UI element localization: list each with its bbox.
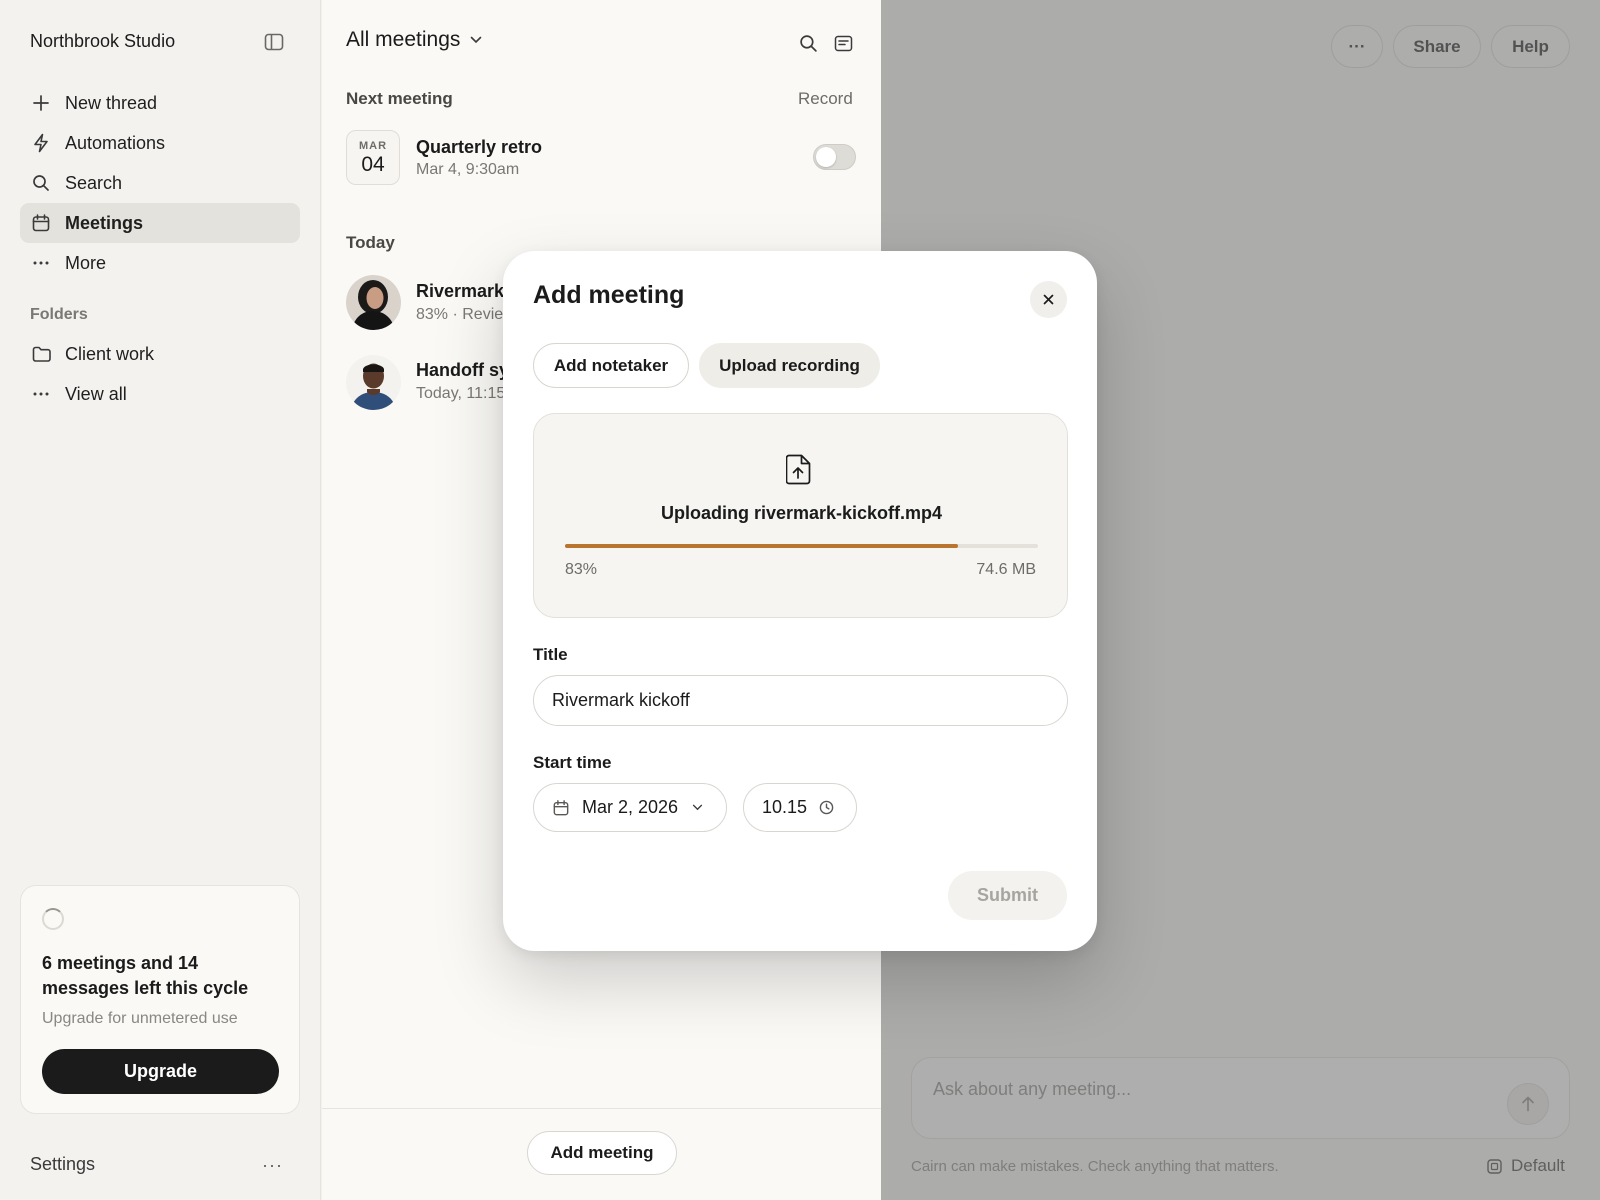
model-picker[interactable]: Default <box>1487 1156 1565 1176</box>
sidebar-item-search[interactable]: Search <box>20 163 300 203</box>
sidebar-item-client-work[interactable]: Client work <box>20 334 300 374</box>
search-icon <box>31 173 51 193</box>
settings-more-button[interactable]: ··· <box>262 1155 283 1176</box>
title-input[interactable] <box>533 675 1068 726</box>
date-badge-month: MAR <box>358 140 388 152</box>
add-meeting-dialog: Add meeting Add notetaker Upload recordi… <box>503 251 1097 951</box>
next-meeting-time: Mar 4, 9:30am <box>416 161 520 178</box>
meeting-title[interactable]: Rivermark <box>416 281 504 302</box>
send-button[interactable] <box>1507 1083 1549 1125</box>
next-meeting-heading: Next meeting <box>346 89 453 108</box>
chat-input-placeholder: Ask about any meeting... <box>933 1079 1132 1099</box>
meetings-filter-dropdown[interactable]: All meetings <box>346 28 482 52</box>
dialog-title: Add meeting <box>533 281 685 309</box>
upload-filename: Uploading rivermark-kickoff.mp4 <box>660 503 943 523</box>
chevron-down-icon <box>692 804 703 811</box>
sidebar-item-label: View all <box>65 383 127 404</box>
folders-list: Client work View all <box>20 334 300 414</box>
avatar <box>346 355 401 410</box>
settings-link[interactable]: Settings <box>30 1154 95 1175</box>
time-value: 10.15 <box>762 797 808 817</box>
sidebar-item-label: Automations <box>65 132 166 153</box>
more-options-button[interactable]: ··· <box>1331 25 1383 68</box>
avatar <box>346 275 401 330</box>
main-nav: New thread Automations Search Meetings M… <box>20 83 300 283</box>
folder-icon <box>31 344 51 364</box>
tab-add-notetaker[interactable]: Add notetaker <box>533 343 689 388</box>
sidebar-item-label: Client work <box>65 343 155 364</box>
workspace-name[interactable]: Northbrook Studio <box>30 31 175 52</box>
chevron-down-icon <box>470 36 482 44</box>
sidebar-item-automations[interactable]: Automations <box>20 123 300 163</box>
sidebar-item-more[interactable]: More <box>20 243 300 283</box>
usage-title: 6 meetings and 14 messages left this cyc… <box>42 953 249 998</box>
usage-spinner-icon <box>42 908 64 930</box>
chat-input[interactable]: Ask about any meeting... <box>911 1057 1570 1139</box>
bolt-icon <box>31 133 51 153</box>
record-toggle[interactable] <box>813 144 856 170</box>
sidebar-item-label: Meetings <box>65 212 144 233</box>
model-label: Default <box>1511 1156 1565 1175</box>
upgrade-button[interactable]: Upgrade <box>42 1049 279 1094</box>
help-button[interactable]: Help <box>1491 25 1570 68</box>
start-time-label: Start time <box>533 753 612 772</box>
sidebar: Northbrook Studio New thread Automations… <box>0 0 321 1200</box>
plus-icon <box>31 93 51 113</box>
upload-progress-bar <box>565 544 1038 548</box>
meetings-filter-label: All meetings <box>346 28 461 51</box>
model-icon <box>1487 1158 1502 1174</box>
upload-file-size: 74.6 MB <box>976 561 1036 578</box>
next-meeting-title[interactable]: Quarterly retro <box>416 137 542 158</box>
date-picker[interactable]: Mar 2, 2026 <box>533 783 727 832</box>
upload-progress-percent: 83% <box>565 561 598 578</box>
date-value: Mar 2, 2026 <box>582 797 679 817</box>
toggle-knob <box>816 147 836 167</box>
close-icon <box>1043 294 1054 305</box>
upload-progress-fill <box>565 544 958 548</box>
sidebar-item-new-thread[interactable]: New thread <box>20 83 300 123</box>
share-button[interactable]: Share <box>1393 25 1481 68</box>
time-picker[interactable]: 10.15 <box>743 783 857 832</box>
folders-heading: Folders <box>30 306 88 323</box>
add-meeting-button[interactable]: Add meeting <box>527 1131 677 1175</box>
sidebar-item-meetings[interactable]: Meetings <box>20 203 300 243</box>
meeting-subtitle: 83% · Revie <box>416 306 504 323</box>
file-upload-icon <box>786 454 814 486</box>
meeting-subtitle: Today, 11:15 <box>416 385 506 402</box>
more-dots-icon <box>31 253 51 273</box>
usage-card: 6 meetings and 14 messages left this cyc… <box>20 885 300 1114</box>
tab-upload-recording[interactable]: Upload recording <box>699 343 880 388</box>
disclaimer-text: Cairn can make mistakes. Check anything … <box>911 1158 1279 1175</box>
date-badge: MAR 04 <box>346 130 400 185</box>
submit-button[interactable]: Submit <box>948 871 1067 920</box>
sidebar-toggle-icon[interactable] <box>262 31 286 53</box>
meeting-title[interactable]: Handoff sy <box>416 360 509 381</box>
more-dots-icon <box>31 384 51 404</box>
sidebar-item-view-all[interactable]: View all <box>20 374 300 414</box>
clock-icon <box>819 800 834 815</box>
record-label: Record <box>798 89 853 108</box>
upload-dropzone[interactable]: Uploading rivermark-kickoff.mp4 83% 74.6… <box>533 413 1068 618</box>
title-label: Title <box>533 645 568 664</box>
sidebar-item-label: Search <box>65 172 123 193</box>
date-badge-day: 04 <box>361 153 385 176</box>
notes-icon[interactable] <box>831 31 855 55</box>
meetings-footer: Add meeting <box>322 1108 881 1200</box>
today-heading: Today <box>346 233 395 252</box>
calendar-icon <box>553 799 569 816</box>
sidebar-item-label: More <box>65 252 107 273</box>
calendar-icon <box>31 213 51 233</box>
arrow-up-icon <box>1522 1096 1534 1112</box>
usage-subtitle: Upgrade for unmetered use <box>42 1010 238 1027</box>
close-button[interactable] <box>1030 281 1067 318</box>
search-icon[interactable] <box>796 31 820 55</box>
sidebar-item-label: New thread <box>65 92 158 113</box>
